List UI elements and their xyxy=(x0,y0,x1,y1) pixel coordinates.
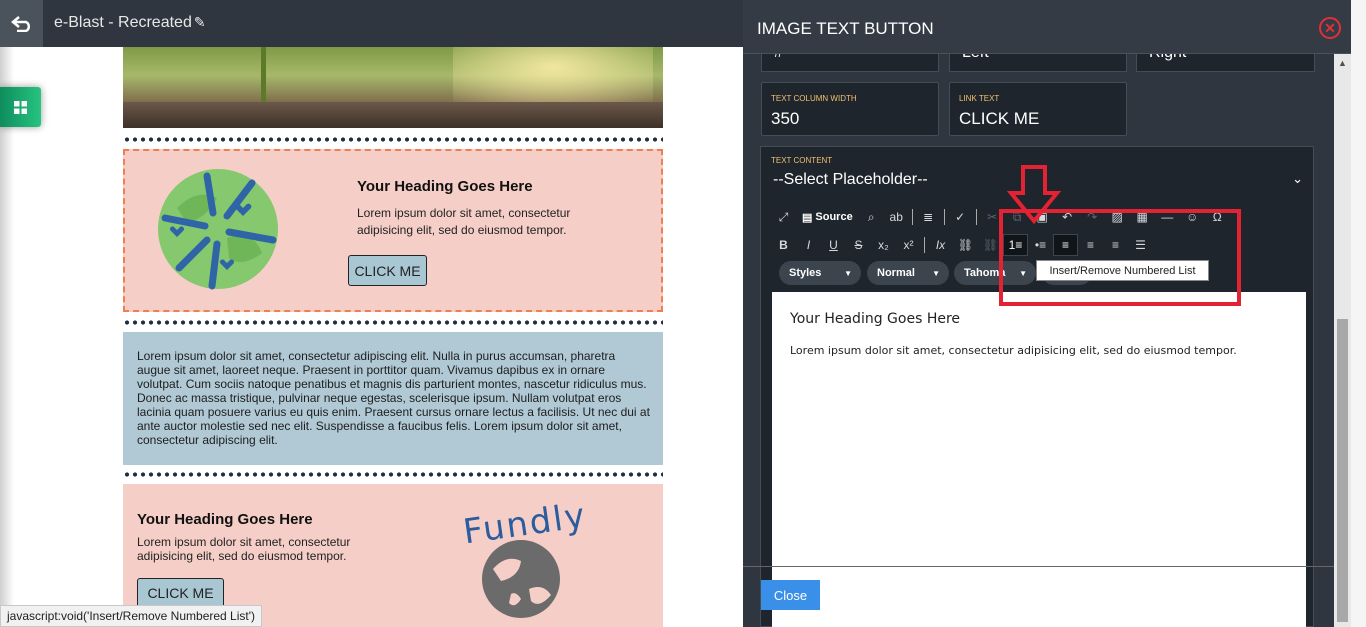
superscript-icon[interactable]: x² xyxy=(896,234,921,256)
image-align-field[interactable]: Right xyxy=(1136,54,1315,72)
italic-icon[interactable]: I xyxy=(796,234,821,256)
edit-icon[interactable]: ✎ xyxy=(194,14,206,30)
editor-heading: Your Heading Goes Here xyxy=(790,311,961,327)
combo-label: Styles xyxy=(789,267,822,279)
link-icon[interactable]: ⛓ xyxy=(953,234,978,256)
text-align-field[interactable]: Left xyxy=(949,54,1127,72)
subscript-icon[interactable]: x₂ xyxy=(871,234,896,256)
fundly-globe-logo xyxy=(482,540,560,618)
field-value: Left xyxy=(962,54,989,62)
footer-divider xyxy=(743,566,1350,567)
field-value: # xyxy=(774,54,783,62)
source-doc-icon: ▤ xyxy=(802,211,813,224)
block-text: Lorem ipsum dolor sit amet, consectetur … xyxy=(137,535,351,563)
chevron-down-icon: ⌄ xyxy=(1292,171,1303,186)
window-edge xyxy=(1351,0,1366,627)
image-text-button-block[interactable]: Your Heading Goes Here Lorem ipsum dolor… xyxy=(123,149,663,312)
strikethrough-icon[interactable]: S xyxy=(846,234,871,256)
panel-title: IMAGE TEXT BUTTON xyxy=(757,19,934,38)
hero-image[interactable] xyxy=(123,47,663,128)
block-text: Lorem ipsum dolor sit amet, consectetur … xyxy=(357,206,571,237)
dotted-divider xyxy=(123,137,663,142)
text-column-width-field[interactable]: TEXT COLUMN WIDTH 350 xyxy=(761,82,939,136)
combo-label: Normal xyxy=(877,267,915,279)
link-url-field[interactable]: # xyxy=(761,54,939,72)
field-label: TEXT COLUMN WIDTH xyxy=(771,94,857,103)
close-button[interactable]: Close xyxy=(761,580,820,610)
source-button[interactable]: ▤ Source xyxy=(796,211,859,224)
format-combo[interactable]: Normal ▼ xyxy=(867,261,949,285)
app-title-text: e-Blast - Recreated xyxy=(54,14,192,31)
scrollbar-thumb[interactable] xyxy=(1337,319,1348,622)
maximize-icon[interactable]: ⤢ xyxy=(771,206,796,228)
field-label: TEXT CONTENT xyxy=(771,156,833,165)
field-value: 350 xyxy=(771,109,800,128)
remove-format-icon[interactable]: Ix xyxy=(928,234,953,256)
scroll-up-icon[interactable]: ▲ xyxy=(1338,58,1347,68)
canvas-edge-shadow xyxy=(0,47,14,627)
show-blocks-icon[interactable]: ≣ xyxy=(916,206,941,228)
block-paragraph: Lorem ipsum dolor sit amet, consectetur … xyxy=(137,349,650,447)
block-heading: Your Heading Goes Here xyxy=(357,178,533,195)
field-value: Right xyxy=(1149,54,1186,62)
panel-scrollbar[interactable]: ▲ xyxy=(1334,54,1351,627)
back-arrow-icon xyxy=(10,15,30,32)
styles-combo[interactable]: Styles ▼ xyxy=(779,261,861,285)
find-icon[interactable]: ⌕ xyxy=(859,206,884,228)
caret-down-icon: ▼ xyxy=(932,269,940,278)
close-panel-icon[interactable]: ✕ xyxy=(1319,17,1341,39)
rich-text-editor[interactable]: Your Heading Goes Here Lorem ipsum dolor… xyxy=(772,292,1306,627)
underline-icon[interactable]: U xyxy=(821,234,846,256)
caret-down-icon: ▼ xyxy=(844,269,852,278)
globe-hands-image xyxy=(158,169,278,290)
source-label: Source xyxy=(815,211,853,223)
replace-icon[interactable]: ab xyxy=(884,206,909,228)
dotted-divider xyxy=(123,320,663,325)
dotted-divider xyxy=(123,472,663,477)
annotation-down-arrow-icon xyxy=(1007,165,1061,225)
link-text-field[interactable]: LINK TEXT CLICK ME xyxy=(949,82,1127,136)
app-title: e-Blast - Recreated ✎ xyxy=(54,14,206,32)
bold-icon[interactable]: B xyxy=(771,234,796,256)
click-me-button[interactable]: CLICK ME xyxy=(137,578,224,608)
blocks-panel-toggle[interactable] xyxy=(0,87,41,127)
grid-icon xyxy=(14,100,27,114)
click-me-button[interactable]: CLICK ME xyxy=(348,255,427,286)
browser-status-bar: javascript:void('Insert/Remove Numbered … xyxy=(0,605,263,627)
spellcheck-icon[interactable]: ✓ xyxy=(948,206,973,228)
block-heading: Your Heading Goes Here xyxy=(137,511,313,528)
field-value: CLICK ME xyxy=(959,109,1040,128)
editor-paragraph: Lorem ipsum dolor sit amet, consectetur … xyxy=(790,344,1237,357)
top-bar: e-Blast - Recreated ✎ xyxy=(0,0,743,47)
panel-header: IMAGE TEXT BUTTON ✕ xyxy=(743,0,1366,54)
back-button[interactable] xyxy=(0,0,43,47)
text-block[interactable]: Lorem ipsum dolor sit amet, consectetur … xyxy=(123,332,663,465)
field-label: LINK TEXT xyxy=(959,94,1000,103)
placeholder-select-value: --Select Placeholder-- xyxy=(773,171,928,188)
